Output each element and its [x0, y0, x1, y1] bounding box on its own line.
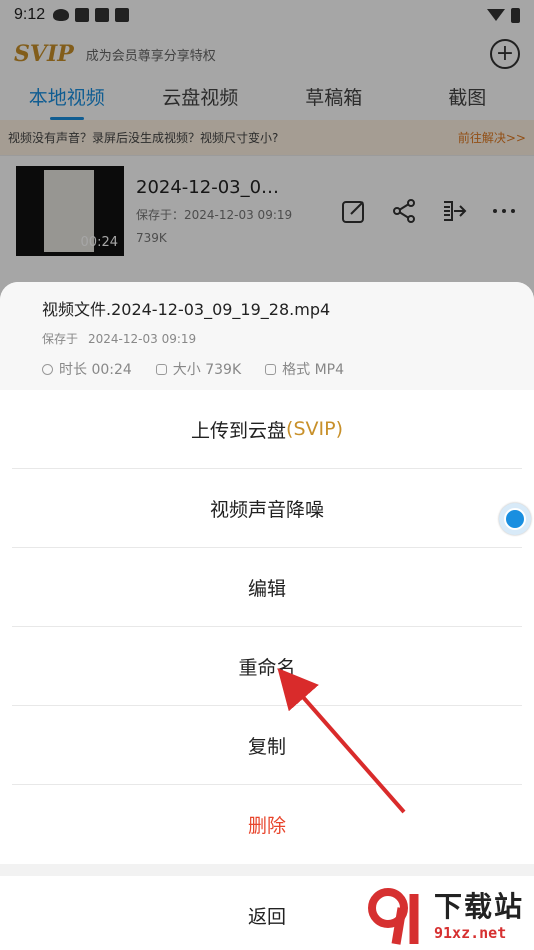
- upload-label: 上传到云盘: [191, 419, 287, 442]
- sheet-file-name: 视频文件.2024-12-03_09_19_28.mp4: [42, 300, 331, 319]
- sheet-file-info: 视频文件.2024-12-03_09_19_28.mp4 保存于 2024-12-…: [0, 282, 534, 390]
- sheet-saved-line: 保存于 2024-12-03 09:19: [42, 330, 534, 347]
- sheet-menu: 上传到云盘 (SVIP) 视频声音降噪 编辑 重命名 复制 删除: [0, 390, 534, 864]
- file-format-icon: [265, 363, 277, 375]
- denoise-button[interactable]: 视频声音降噪: [12, 469, 522, 548]
- site-watermark: 下载站 91xz.net: [366, 884, 534, 950]
- svip-tag: (SVIP): [286, 418, 343, 440]
- sheet-meta: 时长 00:24 大小 739K 格式 MP4: [42, 359, 534, 379]
- sheet-saved-time: 2024-12-03 09:19: [88, 332, 197, 346]
- sheet-separator: [0, 864, 534, 876]
- meta-size: 大小 739K: [155, 359, 242, 379]
- rename-button[interactable]: 重命名: [12, 627, 522, 706]
- meta-duration: 时长 00:24: [42, 359, 132, 379]
- floating-ball-icon[interactable]: [499, 503, 531, 535]
- clock-icon: [42, 363, 53, 375]
- meta-duration-text: 时长 00:24: [59, 362, 132, 378]
- meta-size-text: 大小 739K: [172, 362, 242, 378]
- watermark-site: 91xz.net: [434, 924, 507, 942]
- upload-to-cloud-button[interactable]: 上传到云盘 (SVIP): [12, 390, 522, 469]
- copy-button[interactable]: 复制: [12, 706, 522, 785]
- edit-button[interactable]: 编辑: [12, 548, 522, 627]
- meta-format-text: 格式 MP4: [282, 362, 345, 378]
- action-bottom-sheet: 视频文件.2024-12-03_09_19_28.mp4 保存于 2024-12-…: [0, 282, 534, 950]
- watermark-logo-icon: [366, 886, 430, 948]
- floating-ball-core: [504, 508, 526, 530]
- meta-format: 格式 MP4: [265, 359, 344, 379]
- watermark-title: 下载站: [434, 890, 525, 923]
- file-size-icon: [155, 363, 167, 375]
- sheet-saved-label: 保存于: [42, 332, 79, 346]
- watermark-text: 下载站 91xz.net: [434, 891, 524, 943]
- delete-button[interactable]: 删除: [12, 785, 522, 864]
